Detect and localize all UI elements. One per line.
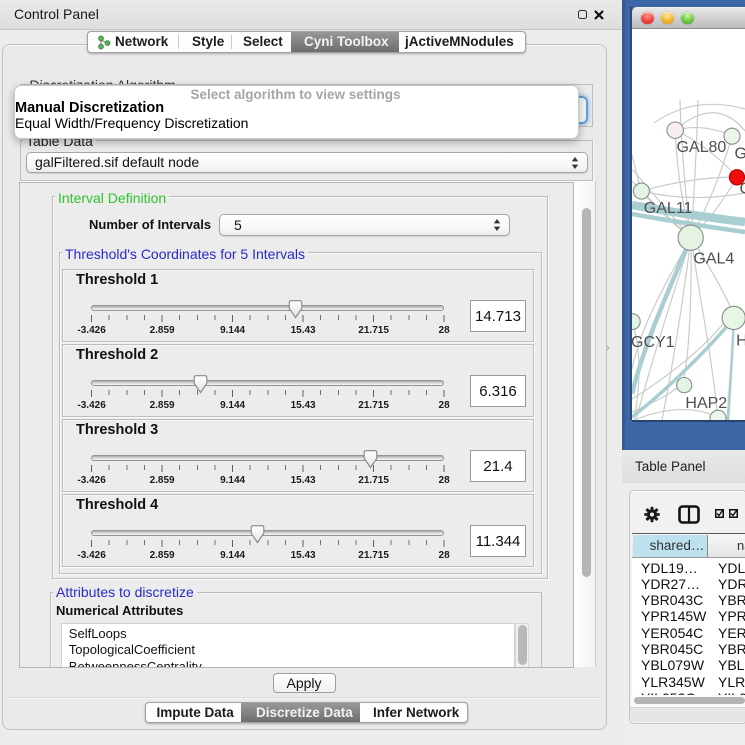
svg-text:H: H [736,332,745,349]
svg-text:CA: CA [740,180,745,197]
svg-text:GA: GA [735,145,745,162]
svg-text:GAL4: GAL4 [693,250,734,267]
svg-text:GAL11: GAL11 [644,199,693,216]
svg-text:HAP2: HAP2 [685,395,727,412]
svg-text:GAL80: GAL80 [677,139,727,156]
svg-text:GCY1: GCY1 [632,333,675,350]
